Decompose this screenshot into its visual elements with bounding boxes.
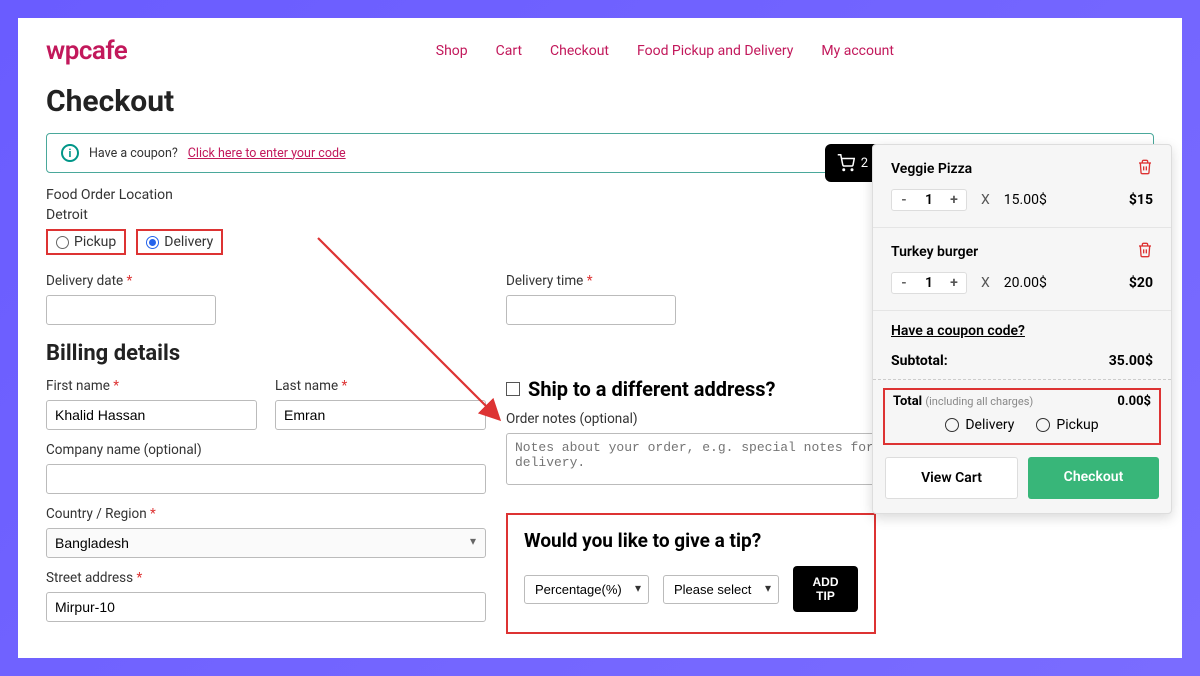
tip-value-select[interactable]: Please select: [663, 575, 779, 604]
delivery-time-label: Delivery time *: [506, 273, 886, 289]
line-total: $15: [1129, 192, 1153, 208]
ship-different-heading: Ship to a different address?: [528, 377, 775, 401]
street-label: Street address *: [46, 570, 486, 586]
unit-price: 20.00$: [1004, 275, 1047, 291]
radio-icon: [56, 236, 69, 249]
page-title: Checkout: [46, 84, 1154, 119]
times-icon: X: [981, 275, 990, 291]
ship-different-checkbox[interactable]: [506, 382, 520, 396]
radio-delivery-label: Delivery: [164, 234, 213, 250]
subtotal-value: 35.00$: [1109, 353, 1153, 369]
total-amount: 0.00$: [1117, 394, 1151, 409]
info-icon: i: [61, 144, 79, 162]
coupon-code-link[interactable]: Have a coupon code?: [873, 311, 1171, 347]
nav-account[interactable]: My account: [821, 43, 894, 59]
first-name-input[interactable]: [46, 400, 257, 430]
country-label: Country / Region *: [46, 506, 486, 522]
total-radio-delivery[interactable]: Delivery: [945, 417, 1014, 433]
total-label: Total: [893, 394, 922, 409]
total-sublabel: (including all charges): [925, 395, 1033, 408]
minicart-panel: Veggie Pizza - 1 + X 15.00$ $15 Turkey b…: [872, 144, 1172, 514]
cart-icon: [837, 154, 855, 172]
add-tip-button[interactable]: ADD TIP: [793, 566, 858, 612]
qty-minus[interactable]: -: [892, 192, 916, 208]
qty-value: 1: [916, 192, 942, 208]
street-input[interactable]: [46, 592, 486, 622]
delivery-time-input[interactable]: [506, 295, 676, 325]
last-name-label: Last name *: [275, 378, 486, 394]
radio-icon: [1036, 418, 1050, 432]
tip-title: Would you like to give a tip?: [524, 529, 858, 552]
checkout-button[interactable]: Checkout: [1028, 457, 1159, 499]
nav-shop[interactable]: Shop: [436, 43, 468, 59]
cart-item: Turkey burger - 1 + X 20.00$ $20: [873, 228, 1171, 311]
times-icon: X: [981, 192, 990, 208]
radio-delivery[interactable]: Delivery: [136, 229, 223, 255]
coupon-toggle-link[interactable]: Click here to enter your code: [188, 146, 346, 161]
total-block: Total (including all charges) 0.00$ Deli…: [883, 388, 1161, 445]
nav-cart[interactable]: Cart: [496, 43, 522, 59]
last-name-input[interactable]: [275, 400, 486, 430]
subtotal-label: Subtotal:: [891, 353, 948, 369]
total-radio-pickup[interactable]: Pickup: [1036, 417, 1098, 433]
tip-mode-select[interactable]: Percentage(%): [524, 575, 649, 604]
qty-plus[interactable]: +: [942, 192, 966, 208]
brand-logo: wpcafe: [46, 36, 127, 66]
delivery-date-input[interactable]: [46, 295, 216, 325]
cart-badge-count: 2: [861, 156, 868, 171]
first-name-label: First name *: [46, 378, 257, 394]
nav-pickup-delivery[interactable]: Food Pickup and Delivery: [637, 43, 793, 59]
view-cart-button[interactable]: View Cart: [885, 457, 1018, 499]
trash-icon[interactable]: [1137, 242, 1153, 262]
qty-minus[interactable]: -: [892, 275, 916, 291]
billing-title: Billing details: [46, 341, 486, 366]
cart-item: Veggie Pizza - 1 + X 15.00$ $15: [873, 145, 1171, 228]
company-label: Company name (optional): [46, 442, 486, 458]
qty-value: 1: [916, 275, 942, 291]
line-total: $20: [1129, 275, 1153, 291]
radio-pickup-label: Pickup: [74, 234, 116, 250]
country-select[interactable]: [46, 528, 486, 558]
cart-item-name: Turkey burger: [891, 244, 978, 260]
qty-plus[interactable]: +: [942, 275, 966, 291]
radio-icon: [146, 236, 159, 249]
order-notes-textarea[interactable]: [506, 433, 886, 485]
delivery-date-label: Delivery date *: [46, 273, 486, 289]
radio-pickup[interactable]: Pickup: [46, 229, 126, 255]
radio-icon: [945, 418, 959, 432]
order-notes-label: Order notes (optional): [506, 411, 886, 427]
company-input[interactable]: [46, 464, 486, 494]
coupon-prompt-text: Have a coupon?: [89, 146, 178, 161]
trash-icon[interactable]: [1137, 159, 1153, 179]
cart-item-name: Veggie Pizza: [891, 161, 972, 177]
top-nav: wpcafe Shop Cart Checkout Food Pickup an…: [46, 36, 1154, 66]
nav-checkout[interactable]: Checkout: [550, 43, 609, 59]
tip-section: Would you like to give a tip? Percentage…: [506, 513, 876, 634]
unit-price: 15.00$: [1004, 192, 1047, 208]
